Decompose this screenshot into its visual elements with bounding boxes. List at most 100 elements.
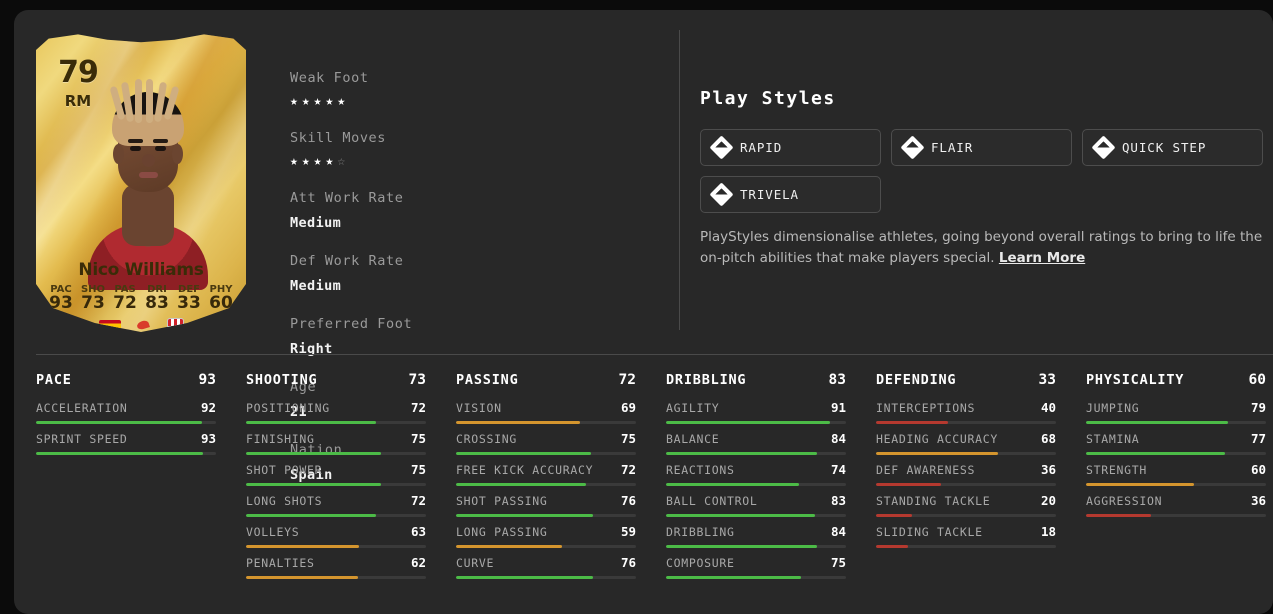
star-filled-icon: ★	[313, 154, 322, 169]
attribute-value: 68	[1040, 431, 1056, 446]
attribute-bar-fill	[666, 421, 830, 424]
attribute-line: DRIBBLING 84	[666, 524, 846, 539]
attribute-row: SLIDING TACKLE 18	[876, 524, 1056, 548]
star-empty-icon: ☆	[337, 154, 346, 169]
attribute-bar-track	[246, 483, 426, 486]
attribute-bar-track	[1086, 514, 1266, 517]
attribute-row: DEF AWARENESS 36	[876, 462, 1056, 486]
playstyle-label: QUICK STEP	[1122, 140, 1207, 155]
attribute-name: AGILITY	[666, 401, 720, 415]
card-badges	[36, 318, 246, 332]
attribute-bar-fill	[456, 483, 586, 486]
attribute-value: 18	[1040, 524, 1056, 539]
attribute-category-value: 60	[1248, 372, 1266, 388]
attribute-bar-fill	[246, 545, 360, 548]
attribute-value: 92	[200, 400, 216, 415]
card-stat-grid: PAC SHO PAS DRI DEF PHY 93 73 72 83 33 60	[36, 284, 246, 313]
attribute-name: INTERCEPTIONS	[876, 401, 976, 415]
attribute-bar-fill	[36, 421, 202, 424]
attribute-category-name: DRIBBLING	[666, 372, 747, 388]
playstyles-title: Play Styles	[700, 88, 836, 109]
card-stat-value: 83	[145, 293, 169, 313]
attribute-bar-track	[666, 545, 846, 548]
attribute-value: 84	[830, 524, 846, 539]
attribute-row: ACCELERATION 92	[36, 400, 216, 424]
attribute-bar-fill	[876, 545, 909, 548]
attribute-category-name: DEFENDING	[876, 372, 957, 388]
card-player-name: Nico Williams	[78, 260, 204, 280]
attribute-name: STANDING TACKLE	[876, 494, 991, 508]
playstyle-diamond-icon	[709, 182, 734, 207]
attribute-column: DRIBBLING 83 AGILITY 91 BALANCE 84 REACTIONS 74…	[666, 372, 876, 586]
star-filled-icon: ★	[301, 94, 310, 109]
attribute-value: 75	[410, 431, 426, 446]
attribute-category-name: PACE	[36, 372, 72, 388]
attribute-bar-track	[246, 514, 426, 517]
attribute-column: DEFENDING 33 INTERCEPTIONS 40 HEADING ACCURA…	[876, 372, 1086, 586]
playstyle-chip[interactable]: TRIVELA	[700, 176, 881, 213]
player-summary-section: 79 RM Nico Williams PAC SHO PAS DRI DEF …	[14, 10, 1273, 483]
attribute-name: PENALTIES	[246, 556, 315, 570]
attribute-bar-fill	[666, 514, 816, 517]
attribute-bar-fill	[876, 514, 912, 517]
attribute-bar-track	[876, 514, 1056, 517]
attribute-value: 79	[1250, 400, 1266, 415]
attribute-value: 74	[830, 462, 846, 477]
attribute-bar-track	[456, 514, 636, 517]
attribute-row: BALL CONTROL 83	[666, 493, 846, 517]
info-label: Preferred Foot	[290, 316, 413, 332]
attribute-name: CURVE	[456, 556, 495, 570]
attribute-category-name: PHYSICALITY	[1086, 372, 1185, 388]
athletic-club-badge-icon	[166, 318, 184, 332]
attribute-line: BALANCE 84	[666, 431, 846, 446]
attribute-name: LONG PASSING	[456, 525, 548, 539]
playstyle-row: TRIVELA	[700, 176, 1273, 213]
star-filled-icon: ★	[325, 94, 334, 109]
attribute-line: SPRINT SPEED 93	[36, 431, 216, 446]
attribute-column: SHOOTING 73 POSITIONING 72 FINISHING 75 SHOT P…	[246, 372, 456, 586]
attribute-bar-track	[876, 545, 1056, 548]
playstyle-chip[interactable]: FLAIR	[891, 129, 1072, 166]
attribute-name: SHOT PASSING	[456, 494, 548, 508]
vertical-divider	[679, 30, 680, 330]
playstyles-description-text: PlayStyles dimensionalise athletes, goin…	[700, 229, 1263, 266]
attribute-bar-track	[666, 421, 846, 424]
attribute-row: AGGRESSION 36	[1086, 493, 1266, 517]
player-card[interactable]: 79 RM Nico Williams PAC SHO PAS DRI DEF …	[36, 32, 246, 332]
attribute-bar-track	[36, 452, 216, 455]
learn-more-link[interactable]: Learn More	[999, 250, 1085, 266]
attribute-bar-fill	[246, 514, 376, 517]
attribute-name: JUMPING	[1086, 401, 1140, 415]
attribute-bar-track	[456, 483, 636, 486]
attribute-bar-fill	[666, 545, 818, 548]
star-filled-icon: ★	[325, 154, 334, 169]
attribute-bar-fill	[456, 545, 563, 548]
attribute-row: FINISHING 75	[246, 431, 426, 455]
attribute-line: COMPOSURE 75	[666, 555, 846, 570]
attribute-line: STANDING TACKLE 20	[876, 493, 1056, 508]
star-filled-icon: ★	[337, 94, 346, 109]
attribute-bar-fill	[456, 452, 591, 455]
attribute-category-value: 93	[198, 372, 216, 388]
attribute-name: POSITIONING	[246, 401, 330, 415]
attribute-name: STRENGTH	[1086, 463, 1147, 477]
playstyle-chip[interactable]: RAPID	[700, 129, 881, 166]
attribute-bar-track	[1086, 421, 1266, 424]
attribute-name: DRIBBLING	[666, 525, 735, 539]
attribute-row: SHOT PASSING 76	[456, 493, 636, 517]
attribute-line: SLIDING TACKLE 18	[876, 524, 1056, 539]
attribute-name: FREE KICK ACCURACY	[456, 463, 594, 477]
attribute-line: SHOT PASSING 76	[456, 493, 636, 508]
playstyle-label: FLAIR	[931, 140, 974, 155]
attribute-row: VOLLEYS 63	[246, 524, 426, 548]
playstyle-chip[interactable]: QUICK STEP	[1082, 129, 1263, 166]
attribute-value: 76	[620, 493, 636, 508]
attribute-bar-fill	[246, 421, 376, 424]
attribute-bar-track	[666, 452, 846, 455]
spain-flag-icon	[98, 320, 121, 332]
attribute-bar-fill	[876, 452, 999, 455]
attribute-bar-fill	[876, 421, 948, 424]
attribute-category-header: SHOOTING 73	[246, 372, 426, 388]
attribute-line: FREE KICK ACCURACY 72	[456, 462, 636, 477]
attribute-value: 84	[830, 431, 846, 446]
